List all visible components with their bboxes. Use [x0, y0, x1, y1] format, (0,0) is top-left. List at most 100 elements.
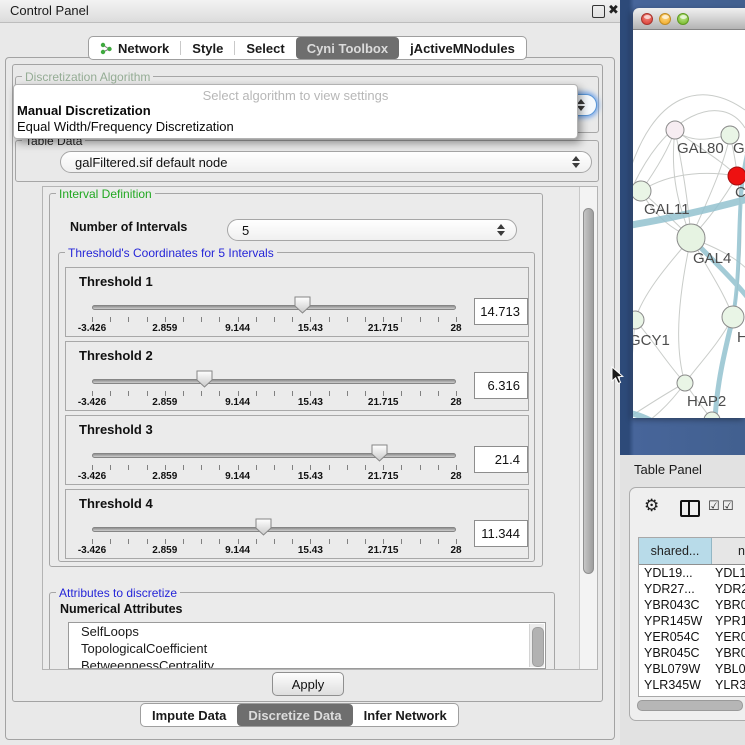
threshold-value-field[interactable]: 11.344 — [474, 520, 528, 547]
threshold-value-field[interactable]: 21.4 — [474, 446, 528, 473]
tick-mark — [383, 391, 384, 396]
cell-name[interactable]: YLR3 — [711, 677, 745, 693]
axis-label: -3.426 — [78, 471, 106, 482]
network-node[interactable] — [633, 181, 651, 201]
network-node-label: C — [735, 184, 745, 201]
table-row[interactable]: YBR043CYBR0 — [639, 597, 745, 613]
table-row[interactable]: YLR345WYLR3 — [639, 677, 745, 693]
tab-jactivemnodules[interactable]: jActiveMNodules — [399, 37, 526, 59]
slider-track[interactable] — [92, 453, 456, 458]
num-intervals-value: 5 — [242, 223, 249, 238]
traffic-light-close-icon[interactable] — [641, 13, 653, 25]
cell-shared-name[interactable]: YDL19... — [639, 565, 711, 581]
network-node[interactable] — [677, 224, 705, 252]
table-data-combobox[interactable]: galFiltered.sif default node — [60, 151, 592, 173]
gear-icon[interactable]: ⚙ — [644, 497, 659, 514]
cell-name[interactable]: YBL0 — [711, 661, 745, 677]
num-intervals-combobox[interactable]: 5 — [227, 219, 517, 241]
vertical-scrollbar[interactable] — [579, 187, 597, 669]
attribute-list-item[interactable]: SelfLoops — [69, 623, 545, 640]
attributes-list[interactable]: SelfLoopsTopologicalCoefficientBetweenne… — [68, 622, 546, 669]
network-window-titlebar — [633, 8, 745, 30]
top-tab-bar: Network Style Select Cyni Toolbox jActiv… — [88, 36, 527, 60]
table-row[interactable]: YIL052CYIL0 — [639, 693, 745, 697]
slider-thumb[interactable] — [255, 518, 272, 536]
tick-mark — [420, 391, 421, 396]
slider-thumb[interactable] — [294, 296, 311, 314]
network-node[interactable] — [722, 306, 744, 328]
checked-checkbox-icon[interactable]: ☑ — [708, 498, 720, 514]
cell-name[interactable]: YBR0 — [711, 645, 745, 661]
network-node[interactable] — [666, 121, 684, 139]
interval-definition-group: Interval Definition Number of Intervals … — [49, 193, 543, 567]
cell-name[interactable]: YPR1 — [711, 613, 745, 629]
table-row[interactable]: YDL19...YDL1 — [639, 565, 745, 581]
slider-track[interactable] — [92, 305, 456, 310]
table-row[interactable]: YPR145WYPR1 — [639, 613, 745, 629]
slider-track[interactable] — [92, 379, 456, 384]
network-node[interactable] — [633, 311, 644, 329]
table-row[interactable]: YDR27...YDR2 — [639, 581, 745, 597]
traffic-light-minimize-icon[interactable] — [659, 13, 671, 25]
cell-shared-name[interactable]: YLR345W — [639, 677, 711, 693]
mouse-cursor — [611, 366, 624, 385]
slider-thumb[interactable] — [196, 370, 213, 388]
table-row[interactable]: YER054CYER0 — [639, 629, 745, 645]
cell-shared-name[interactable]: YER054C — [639, 629, 711, 645]
cell-name[interactable]: YBR0 — [711, 597, 745, 613]
tick-mark — [201, 391, 202, 396]
tab-network[interactable]: Network — [89, 37, 180, 59]
checked-checkbox-icon[interactable]: ☑ — [722, 498, 734, 514]
cell-name[interactable]: YER0 — [711, 629, 745, 645]
cell-shared-name[interactable]: YBL079W — [639, 661, 711, 677]
slider-track[interactable] — [92, 527, 456, 532]
apply-button[interactable]: Apply — [272, 672, 344, 696]
axis-label: 9.144 — [225, 397, 250, 408]
tab-impute-data[interactable]: Impute Data — [141, 704, 237, 726]
cell-shared-name[interactable]: YPR145W — [639, 613, 711, 629]
horizontal-scrollbar-thumb[interactable] — [637, 700, 743, 711]
tab-cyni-toolbox[interactable]: Cyni Toolbox — [296, 37, 399, 59]
horizontal-scrollbar[interactable] — [637, 700, 745, 710]
tick-mark — [438, 391, 439, 396]
split-columns-icon[interactable] — [680, 500, 700, 517]
tab-discretize-data[interactable]: Discretize Data — [237, 704, 352, 726]
tick-mark — [365, 465, 366, 470]
attributes-list-scrollbar[interactable] — [529, 624, 544, 667]
close-icon[interactable]: ✖ — [608, 4, 619, 16]
tick-mark — [147, 539, 148, 544]
cell-name[interactable]: YDR2 — [711, 581, 745, 597]
slider-thumb[interactable] — [371, 444, 388, 462]
cell-shared-name[interactable]: YBR045C — [639, 645, 711, 661]
tick-mark — [219, 317, 220, 322]
tick-mark — [201, 317, 202, 322]
dropdown-option-equal-width[interactable]: Equal Width/Frequency Discretization — [17, 119, 234, 134]
threshold-value-field[interactable]: 6.316 — [474, 372, 528, 399]
table-row[interactable]: YBR045CYBR0 — [639, 645, 745, 661]
vertical-scrollbar-thumb[interactable] — [583, 208, 594, 574]
tab-select[interactable]: Select — [235, 37, 295, 59]
float-window-icon[interactable] — [592, 5, 605, 18]
cell-shared-name[interactable]: YIL052C — [639, 693, 711, 697]
cell-shared-name[interactable]: YDR27... — [639, 581, 711, 597]
column-header-shared-name[interactable]: shared... — [639, 538, 712, 564]
threshold-value-field[interactable]: 14.713 — [474, 298, 528, 325]
column-header-name[interactable]: na — [712, 538, 745, 564]
attribute-list-item[interactable]: TopologicalCoefficient — [69, 640, 545, 657]
network-node[interactable] — [728, 167, 745, 185]
tab-style[interactable]: Style — [181, 37, 234, 59]
table-row[interactable]: YBL079WYBL0 — [639, 661, 745, 677]
network-canvas[interactable]: GAL80GACGAL11GAL4GCY1HHAP2 — [633, 30, 745, 418]
attribute-list-item[interactable]: BetweennessCentrality — [69, 657, 545, 669]
cell-shared-name[interactable]: YBR043C — [639, 597, 711, 613]
cell-name[interactable]: YDL1 — [711, 565, 745, 581]
cell-name[interactable]: YIL0 — [711, 693, 741, 697]
traffic-light-zoom-icon[interactable] — [677, 13, 689, 25]
network-node[interactable] — [677, 375, 693, 391]
tab-infer-network[interactable]: Infer Network — [353, 704, 458, 726]
table-panel-title: Table Panel — [634, 462, 702, 477]
tick-mark — [183, 391, 184, 396]
tick-mark — [219, 539, 220, 544]
stepper-arrows-icon — [572, 156, 580, 168]
dropdown-option-manual[interactable]: Manual Discretization — [17, 103, 151, 118]
